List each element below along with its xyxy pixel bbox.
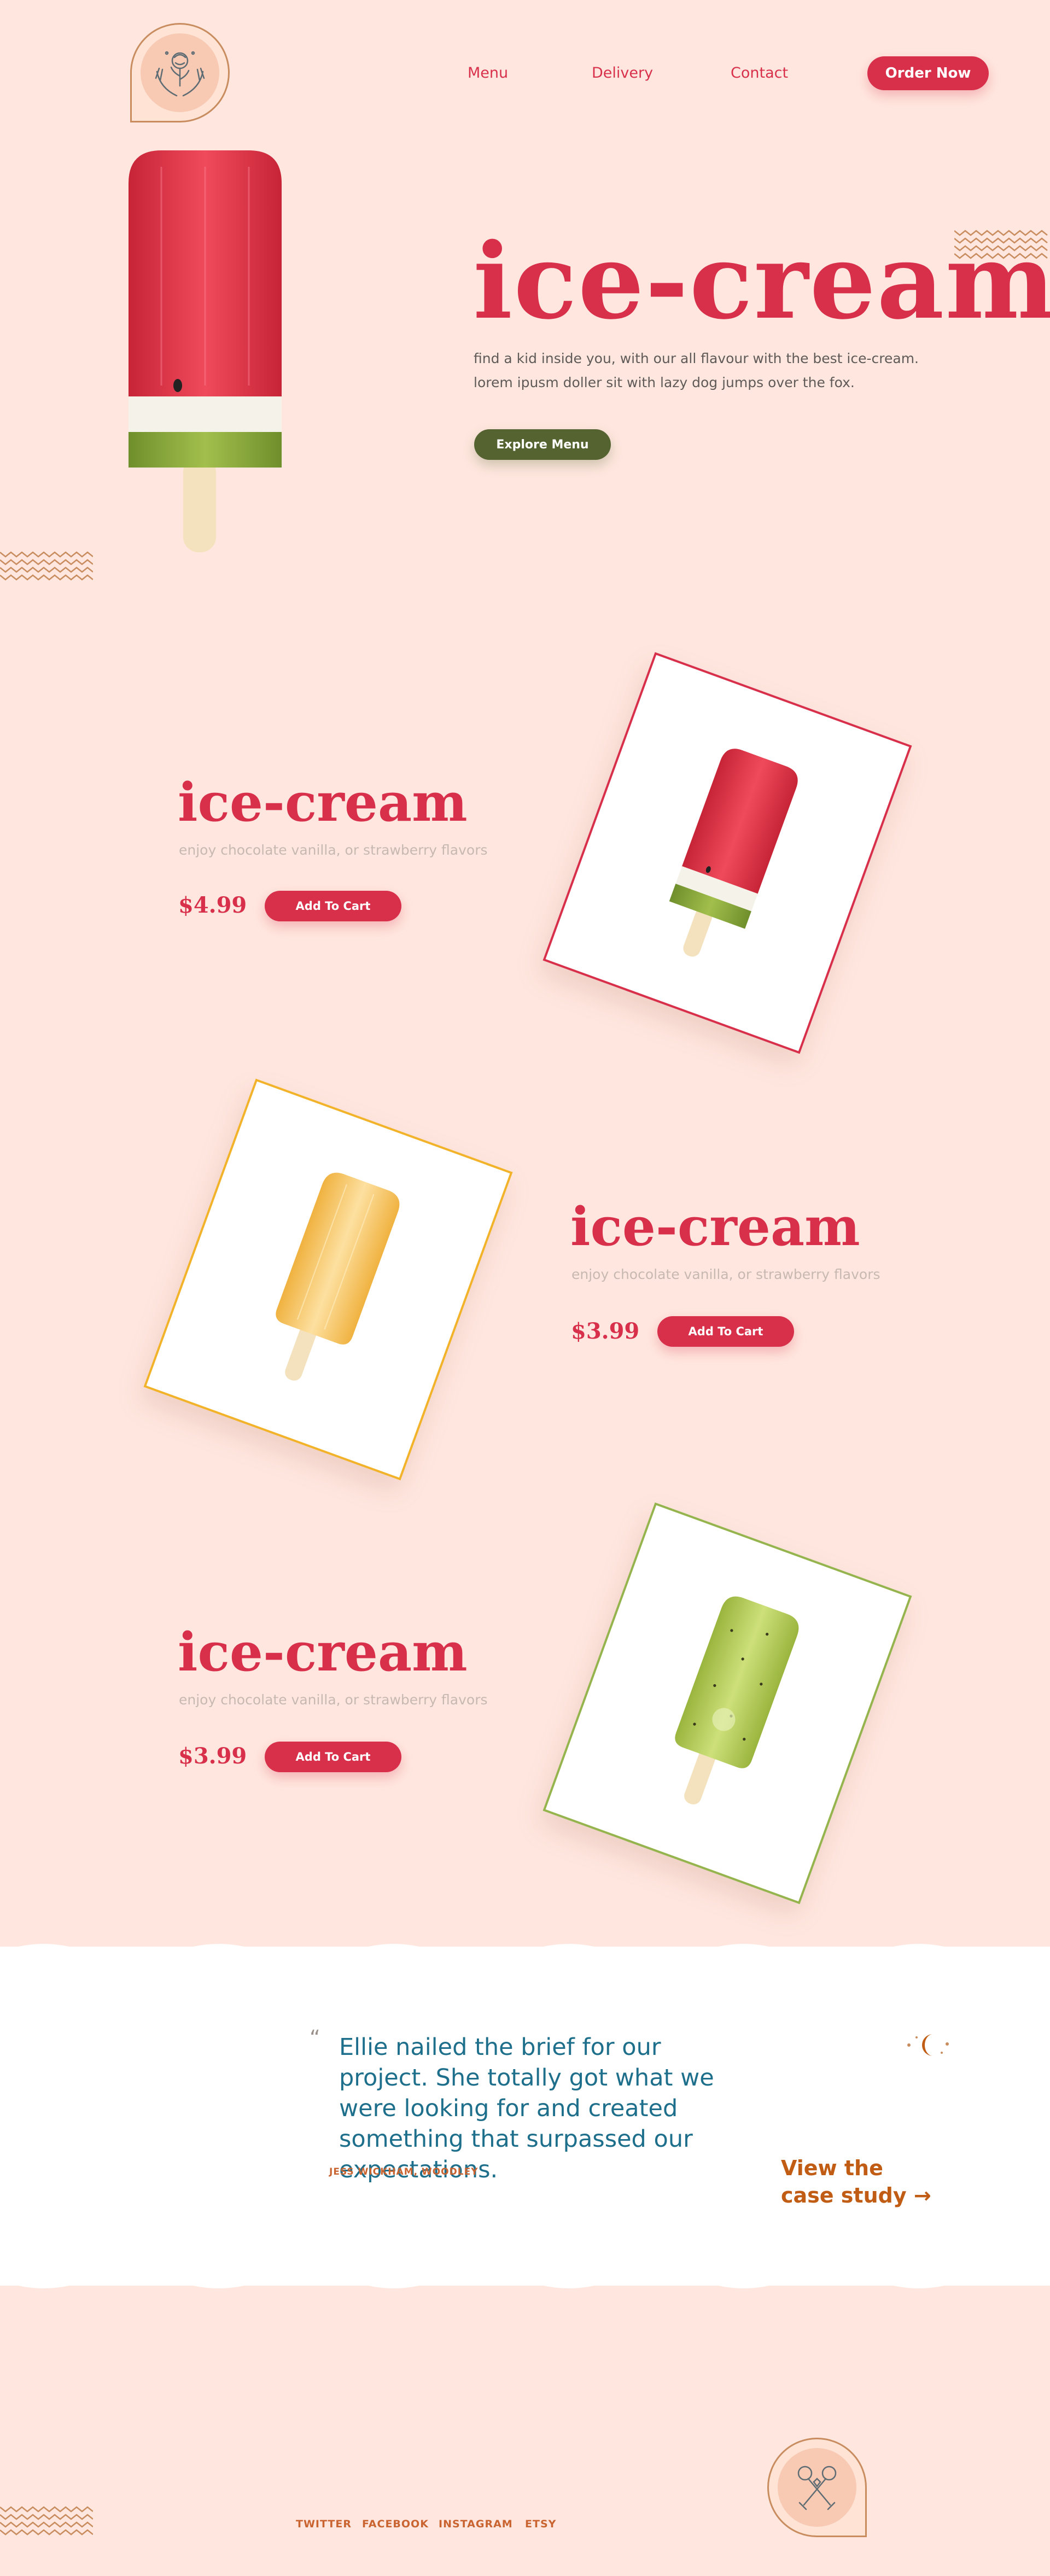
case-study-label-line2: case study → [781,2183,931,2207]
hero-description: find a kid inside you, with our all flav… [474,351,919,390]
product-subtitle: enjoy chocolate vanilla, or strawberry f… [179,1692,488,1708]
wave-bottom-divider [0,2264,1050,2288]
kiwi-popsicle-image [675,1596,799,1804]
order-now-button[interactable]: Order Now [867,56,989,90]
hero-watermelon-popsicle-image [129,150,282,552]
footer-etsy-link[interactable]: ETSY [525,2518,556,2530]
explore-menu-button[interactable]: Explore Menu [474,429,611,460]
hero-title: ice-cream [473,220,1050,342]
nav-menu-link[interactable]: Menu [468,65,508,81]
moon-stars-icon [907,2034,949,2056]
footer-twitter-link[interactable]: TWITTER [296,2518,352,2530]
case-study-label-line1: View the [781,2156,883,2180]
product-card-watermelon[interactable] [542,652,912,1054]
product-card-kiwi[interactable] [542,1502,912,1905]
nav-contact-link[interactable]: Contact [731,65,788,81]
quote-mark-icon: “ [310,2026,320,2050]
product-title: ice-cream [570,1196,860,1258]
product-subtitle: enjoy chocolate vanilla, or strawberry f… [179,842,488,858]
footer-instagram-link[interactable]: INSTAGRAM [439,2518,513,2530]
testimonial-author: JESS WICKHAM, WOODLEY [329,2166,479,2177]
product-card-mango[interactable] [143,1078,513,1481]
product-title: ice-cream [178,1621,468,1683]
product-title: ice-cream [178,772,468,833]
view-case-study-link[interactable]: View the case study → [781,2154,931,2209]
watermelon-popsicle-image [669,749,798,957]
add-to-cart-button[interactable]: Add To Cart [265,1742,401,1772]
crossed-tools-logo-icon [778,2448,856,2527]
product-price: $3.99 [178,1743,247,1769]
hands-flower-logo-icon [141,33,219,112]
mango-popsicle-image [276,1172,400,1381]
add-to-cart-button[interactable]: Add To Cart [657,1316,794,1347]
footer-logo[interactable] [767,2438,867,2537]
testimonial-quote: Ellie nailed the brief for our project. … [339,2034,714,2183]
nav-delivery-link[interactable]: Delivery [592,65,653,81]
footer-facebook-link[interactable]: FACEBOOK [362,2518,429,2530]
add-to-cart-button[interactable]: Add To Cart [265,891,401,921]
product-price: $4.99 [178,892,247,918]
product-price: $3.99 [571,1318,640,1344]
brand-logo[interactable] [130,23,230,122]
zigzag-decoration-icon [0,2506,93,2536]
zigzag-decoration-icon [0,551,93,581]
product-subtitle: enjoy chocolate vanilla, or strawberry f… [571,1266,880,1282]
